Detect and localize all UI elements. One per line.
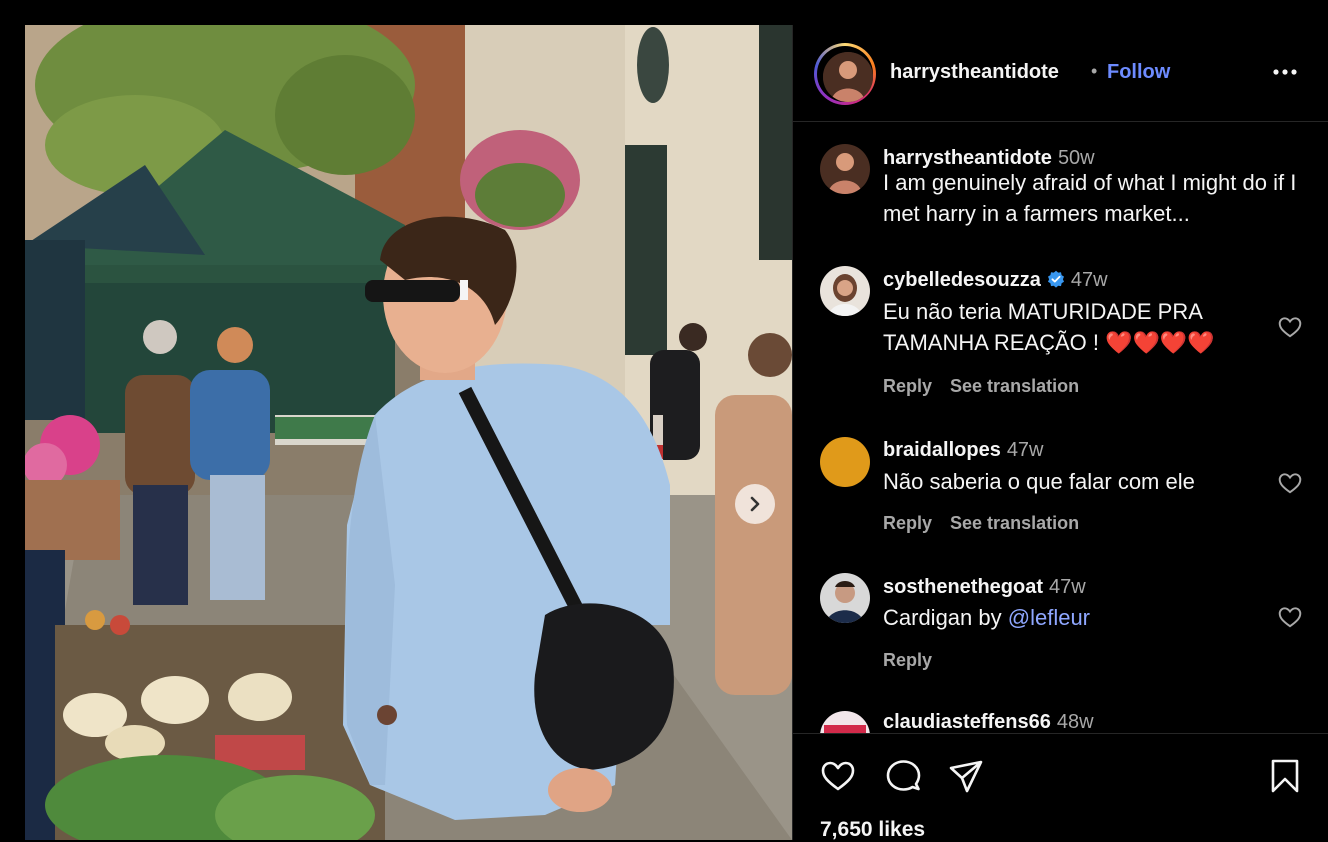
username[interactable]: harrystheantidote [883, 147, 1052, 169]
post-actions-bar: 7,650 likes [793, 733, 1328, 841]
post-header: harrystheantidote • Follow [793, 25, 1328, 122]
post-side-panel: harrystheantidote • Follow harrystheanti… [792, 25, 1328, 841]
avatar[interactable] [820, 144, 870, 194]
verified-badge-icon [1047, 270, 1064, 288]
username[interactable]: sosthenethegoat [883, 576, 1043, 598]
avatar-image [820, 711, 870, 733]
more-options-icon [1273, 69, 1297, 75]
post-photo [25, 25, 792, 840]
caption-time[interactable]: 50w [1058, 147, 1095, 169]
next-image-button[interactable] [735, 484, 775, 524]
avatar[interactable] [820, 573, 870, 623]
see-translation-button[interactable]: See translation [950, 376, 1079, 396]
avatar-image [820, 144, 870, 194]
username[interactable]: claudiasteffens66 [883, 711, 1051, 733]
comments-list[interactable]: harrystheantidote 50w I am genuinely afra… [793, 122, 1328, 733]
comment-actions: Reply See translation [883, 513, 1097, 534]
avatar[interactable] [820, 266, 870, 316]
heart-icon[interactable] [1277, 604, 1303, 630]
username[interactable]: cybelledesouzza [883, 269, 1041, 291]
heart-icon[interactable] [1277, 470, 1303, 496]
comment-username-row[interactable]: sosthenethegoat 47w [883, 576, 1086, 599]
share-icon[interactable] [946, 756, 986, 796]
comment-actions: Reply See translation [883, 376, 1097, 397]
comment-actions: Reply [883, 650, 950, 671]
post-image [25, 25, 792, 840]
heart-icon[interactable] [1277, 314, 1303, 340]
story-ring[interactable] [814, 43, 876, 105]
more-options-button[interactable] [1270, 57, 1300, 87]
reply-button[interactable]: Reply [883, 513, 932, 533]
heart-icon[interactable] [818, 756, 858, 796]
comment-time[interactable]: 48w [1057, 711, 1094, 733]
see-translation-button[interactable]: See translation [950, 513, 1079, 533]
chevron-right-icon [750, 496, 760, 512]
likes-count[interactable]: 7,650 likes [820, 818, 925, 842]
comment-text: Eu não teria MATURIDADE PRA TAMANHA REAÇ… [883, 299, 1215, 355]
caption-text: I am genuinely afraid of what I might do… [883, 170, 1297, 226]
reply-button[interactable]: Reply [883, 650, 932, 670]
comment-time[interactable]: 47w [1071, 269, 1108, 291]
reply-button[interactable]: Reply [883, 376, 932, 396]
comment-time[interactable]: 47w [1007, 439, 1044, 461]
avatar[interactable] [823, 52, 873, 102]
comment-icon[interactable] [883, 756, 923, 796]
mention-link[interactable]: @lefleur [1008, 605, 1090, 630]
comment-username-row[interactable]: cybelledesouzza 47w [883, 269, 1108, 292]
separator-dot: • [1091, 61, 1098, 81]
comment-username-row[interactable]: braidallopes 47w [883, 439, 1044, 462]
comment-username-row[interactable]: claudiasteffens66 48w [883, 711, 1094, 733]
bookmark-icon[interactable] [1265, 756, 1305, 796]
comment-text: Cardigan by @lefleur [883, 602, 1303, 633]
avatar-image [820, 266, 870, 316]
comment-text: Não saberia o que falar com ele [883, 469, 1195, 494]
avatar-image [820, 573, 870, 623]
username[interactable]: braidallopes [883, 439, 1001, 461]
follow-button[interactable]: Follow [1107, 61, 1170, 84]
post-author-username[interactable]: harrystheantidote [890, 61, 1059, 84]
avatar[interactable] [820, 711, 870, 733]
comment-text-prefix: Cardigan by [883, 605, 1008, 630]
avatar[interactable] [820, 437, 870, 487]
avatar-image [823, 52, 873, 102]
comment-time[interactable]: 47w [1049, 576, 1086, 598]
